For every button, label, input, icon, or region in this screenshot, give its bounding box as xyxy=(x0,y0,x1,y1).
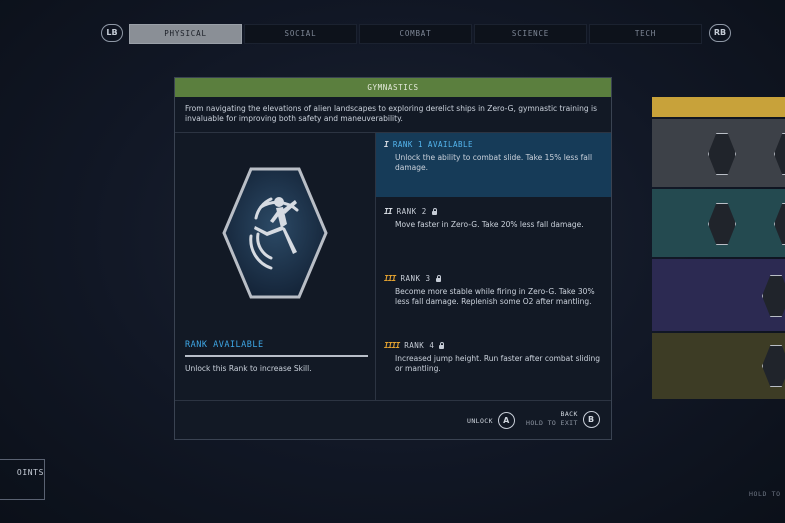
tab-tech[interactable]: TECH xyxy=(589,24,702,44)
hold-to-exit-label: HOLD TO EXIT xyxy=(526,419,578,427)
skill-title: GYMNASTICS xyxy=(175,78,611,97)
tab-combat[interactable]: COMBAT xyxy=(359,24,472,44)
lock-icon xyxy=(431,207,437,215)
skill-card-icon[interactable] xyxy=(774,203,785,245)
rank-description: Unlock the ability to combat slide. Take… xyxy=(395,153,593,172)
rank-description: Become more stable while firing in Zero-… xyxy=(395,287,595,306)
lock-icon xyxy=(439,341,445,349)
lock-icon xyxy=(435,274,441,282)
skill-row-3 xyxy=(652,259,785,331)
skill-card-icon[interactable] xyxy=(762,345,785,387)
rank-description: Increased jump height. Run faster after … xyxy=(395,354,601,373)
skill-card-icon[interactable] xyxy=(708,203,736,245)
skill-detail-dialog: GYMNASTICS From navigating the elevation… xyxy=(174,77,612,440)
tier-header-bar xyxy=(652,97,785,117)
unlock-button[interactable]: UNLOCK A xyxy=(467,412,515,429)
hold-to-hint: HOLD TO xyxy=(749,490,781,498)
skill-body: RANK AVAILABLE Unlock this Rank to incre… xyxy=(175,133,611,401)
skill-tree-panel xyxy=(652,97,785,399)
skill-row-1 xyxy=(652,119,785,187)
acrobat-kick-icon xyxy=(221,166,329,300)
skill-points-box: OINTS xyxy=(0,459,45,500)
rank-list: I RANK 1 AVAILABLE Unlock the ability to… xyxy=(376,133,611,400)
rank-label: RANK 2 xyxy=(396,207,427,216)
a-button-icon: A xyxy=(497,412,515,429)
skill-category-tabs: PHYSICAL SOCIAL COMBAT SCIENCE TECH xyxy=(129,24,702,44)
rank-bars-icon: IIII xyxy=(384,341,400,350)
rank-bars-icon: I xyxy=(384,140,389,149)
tab-social[interactable]: SOCIAL xyxy=(244,24,357,44)
back-button[interactable]: BACK HOLD TO EXIT B xyxy=(526,410,600,428)
rank-available-status: RANK AVAILABLE xyxy=(185,340,264,350)
skill-card-icon[interactable] xyxy=(762,275,785,317)
unlock-label: UNLOCK xyxy=(467,416,493,425)
rank-hint: Unlock this Rank to increase Skill. xyxy=(185,364,312,373)
tab-science[interactable]: SCIENCE xyxy=(474,24,587,44)
skill-row-2 xyxy=(652,189,785,257)
rank-description: Move faster in Zero-G. Take 20% less fal… xyxy=(395,220,584,229)
rb-bumper-button[interactable]: RB xyxy=(709,24,731,42)
skill-card-icon[interactable] xyxy=(708,133,736,175)
progress-divider xyxy=(185,355,368,357)
rank-1-item[interactable]: I RANK 1 AVAILABLE Unlock the ability to… xyxy=(376,133,611,197)
back-label: BACK xyxy=(560,410,578,418)
rank-2-item[interactable]: II RANK 2 Move faster in Zero-G. Take 20… xyxy=(376,200,611,264)
rank-label: RANK 3 xyxy=(400,274,431,283)
rank-bars-icon: III xyxy=(384,274,396,283)
skill-description: From navigating the elevations of alien … xyxy=(175,97,611,133)
tab-physical[interactable]: PHYSICAL xyxy=(129,24,242,44)
lb-bumper-button[interactable]: LB xyxy=(101,24,123,42)
rank-bars-icon: II xyxy=(384,207,393,216)
dialog-footer: UNLOCK A BACK HOLD TO EXIT B xyxy=(175,400,611,439)
skill-card-icon[interactable] xyxy=(774,133,785,175)
rank-4-item[interactable]: IIII RANK 4 Increased jump height. Run f… xyxy=(376,334,611,398)
rank-label: RANK 4 xyxy=(404,341,435,350)
skill-overview: RANK AVAILABLE Unlock this Rank to incre… xyxy=(175,133,376,400)
skill-row-4 xyxy=(652,333,785,399)
b-button-icon: B xyxy=(582,410,600,428)
rank-label: RANK 1 AVAILABLE xyxy=(392,140,474,149)
rank-3-item[interactable]: III RANK 3 Become more stable while firi… xyxy=(376,267,611,331)
